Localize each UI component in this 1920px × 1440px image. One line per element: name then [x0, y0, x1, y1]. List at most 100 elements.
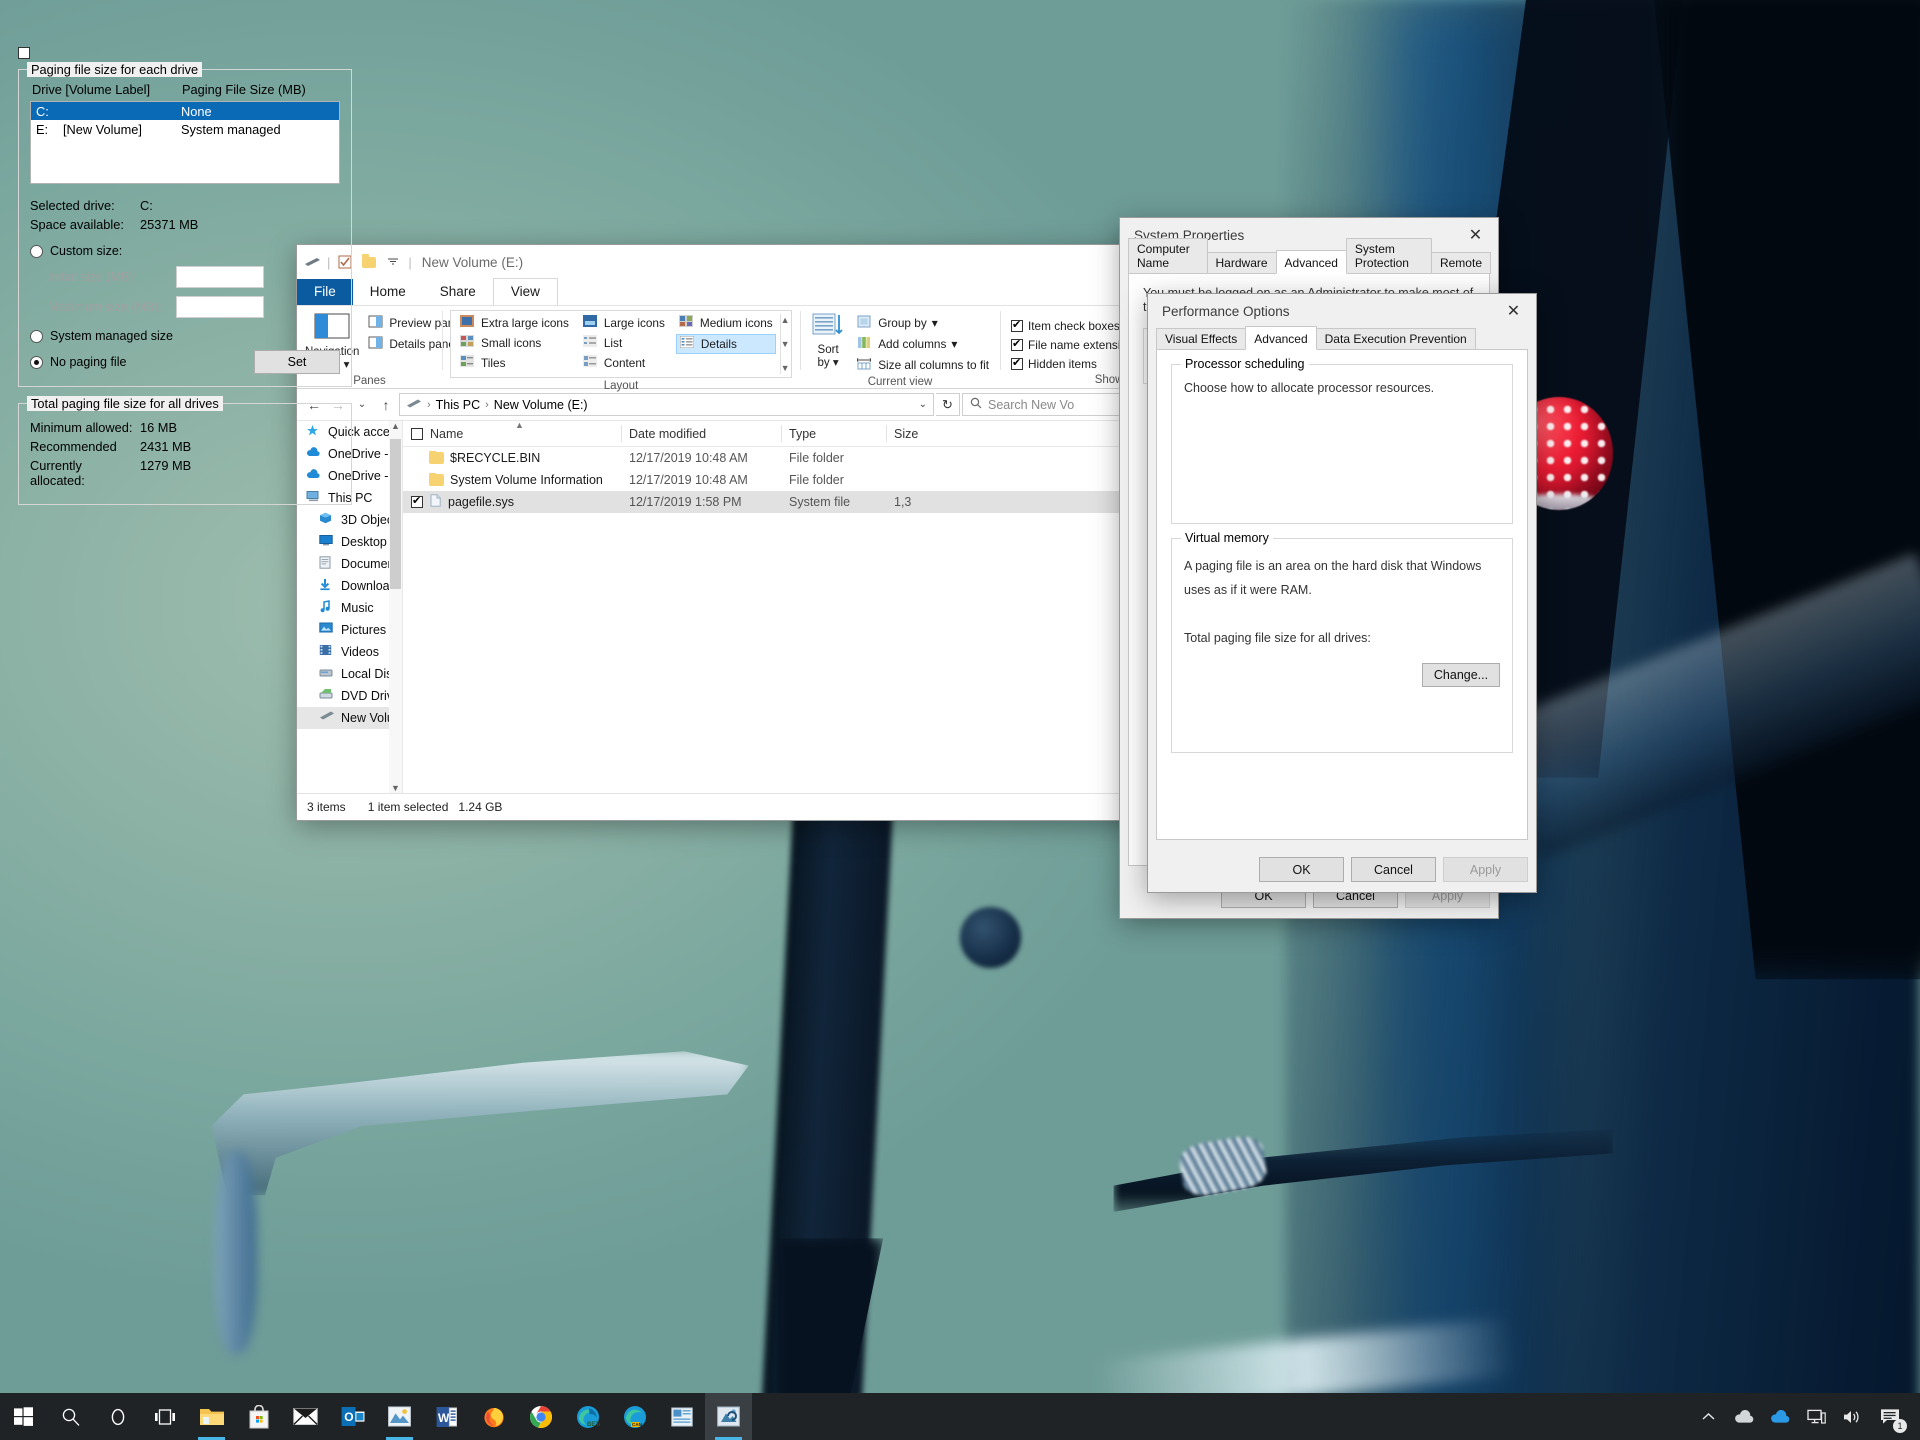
tab-system-protection[interactable]: System Protection: [1346, 238, 1432, 274]
volume-tray[interactable]: [1834, 1393, 1870, 1440]
no-paging-file-radio[interactable]: [30, 356, 43, 369]
file-list[interactable]: Name ▲ Date modified Type Size $RECYCLE.…: [402, 421, 1143, 793]
onedrive-blue-tray[interactable]: [1762, 1393, 1798, 1440]
select-all-checkbox[interactable]: [411, 428, 423, 440]
outlook-taskbar[interactable]: O: [329, 1393, 376, 1440]
layout-large-icons[interactable]: Large icons: [580, 314, 668, 332]
search-button[interactable]: [47, 1393, 94, 1440]
layout-extra-large-icons[interactable]: Extra large icons: [457, 314, 572, 332]
photos-taskbar[interactable]: [376, 1393, 423, 1440]
maximum-size-input[interactable]: [176, 296, 264, 318]
ok-button[interactable]: OK: [1259, 857, 1344, 882]
close-icon[interactable]: ✕: [1491, 294, 1536, 328]
tab-advanced[interactable]: Advanced: [1245, 326, 1316, 350]
column-header-type[interactable]: Type: [781, 421, 886, 446]
set-button[interactable]: Set: [254, 350, 340, 374]
item-check-boxes-checkbox[interactable]: [1011, 320, 1023, 332]
file-name-extensions-checkbox[interactable]: [1011, 339, 1023, 351]
layout-small-icons[interactable]: Small icons: [457, 334, 572, 352]
hidden-items-checkbox[interactable]: [1011, 358, 1023, 370]
no-paging-file-option[interactable]: No paging file: [30, 355, 126, 369]
sidebar-item-pictures[interactable]: Pictures: [297, 619, 402, 641]
drive-list[interactable]: C: None E: [New Volume] System managed: [30, 101, 340, 184]
layout-gallery-scroll[interactable]: ▲ ▼ ▼: [780, 314, 790, 374]
group-by-button[interactable]: Group by ▾: [854, 314, 992, 332]
breadcrumb-chevron-down-icon[interactable]: ⌄: [919, 399, 927, 410]
sort-by-button[interactable]: Sortby ▾: [808, 310, 848, 371]
mail-taskbar[interactable]: [282, 1393, 329, 1440]
layout-content[interactable]: Content: [580, 354, 668, 372]
breadcrumb-new-volume[interactable]: New Volume (E:): [494, 398, 588, 412]
file-explorer-window[interactable]: | | New Volume (E:) File Home Share View: [297, 245, 1143, 820]
search-input[interactable]: Search New Vo: [962, 393, 1137, 416]
layout-medium-icons[interactable]: Medium icons: [676, 314, 776, 332]
sidebar-item-local-disk-c[interactable]: Local Disk (C:): [297, 663, 402, 685]
breadcrumb[interactable]: › This PC › New Volume (E:) ⌄: [399, 393, 934, 416]
chrome-taskbar[interactable]: [517, 1393, 564, 1440]
sidebar-item-documents[interactable]: Documents: [297, 553, 402, 575]
gallery-scroll-up-icon[interactable]: ▲: [781, 315, 790, 325]
recent-locations-icon[interactable]: ⌄: [351, 394, 373, 416]
network-tray[interactable]: [1798, 1393, 1834, 1440]
cancel-button[interactable]: Cancel: [1351, 857, 1436, 882]
change-button[interactable]: Change...: [1422, 663, 1500, 687]
column-header-name[interactable]: Name ▲: [403, 421, 621, 446]
performance-options-window[interactable]: Performance Options ✕ Visual Effects Adv…: [1148, 294, 1536, 892]
tab-hardware[interactable]: Hardware: [1207, 252, 1277, 274]
edge-beta-taskbar[interactable]: BETA: [564, 1393, 611, 1440]
scroll-up-icon[interactable]: ▲: [391, 421, 400, 431]
file-name-cell[interactable]: pagefile.sys: [403, 494, 621, 510]
task-view-button[interactable]: [141, 1393, 188, 1440]
custom-size-radio[interactable]: [30, 245, 43, 258]
microsoft-store-taskbar[interactable]: [235, 1393, 282, 1440]
up-button[interactable]: ↑: [375, 394, 397, 416]
cortana-button[interactable]: [94, 1393, 141, 1440]
action-center[interactable]: 1: [1870, 1393, 1910, 1440]
table-row[interactable]: pagefile.sys 12/17/2019 1:58 PM System f…: [403, 491, 1143, 513]
table-row[interactable]: System Volume Information 12/17/2019 10:…: [403, 469, 1143, 491]
custom-size-option[interactable]: Custom size:: [30, 244, 340, 258]
scroll-down-icon[interactable]: ▼: [391, 783, 400, 793]
file-explorer-taskbar[interactable]: [188, 1393, 235, 1440]
file-name-cell[interactable]: System Volume Information: [403, 473, 621, 487]
list-item[interactable]: E: [New Volume] System managed: [31, 120, 339, 138]
row-checkbox[interactable]: [411, 496, 423, 508]
sidebar-item-3d-objects[interactable]: 3D Objects: [297, 509, 402, 531]
sidebar-item-music[interactable]: Music: [297, 597, 402, 619]
new-folder-icon[interactable]: [360, 253, 378, 271]
layout-details[interactable]: Details: [676, 334, 776, 354]
tab-data-execution-prevention[interactable]: Data Execution Prevention: [1316, 328, 1476, 350]
edge-canary-taskbar[interactable]: CAN: [611, 1393, 658, 1440]
initial-size-input[interactable]: [176, 266, 264, 288]
onedrive-gray-tray[interactable]: [1726, 1393, 1762, 1440]
column-header-size[interactable]: Size: [886, 421, 966, 446]
apply-button[interactable]: Apply: [1443, 857, 1528, 882]
system-managed-size-radio[interactable]: [30, 330, 43, 343]
auto-manage-checkbox[interactable]: [18, 47, 30, 59]
tab-advanced[interactable]: Advanced: [1276, 250, 1347, 274]
table-row[interactable]: $RECYCLE.BIN 12/17/2019 10:48 AM File fo…: [403, 447, 1143, 469]
sidebar-item-downloads[interactable]: Downloads: [297, 575, 402, 597]
virtual-memory-dialog[interactable]: Virtual Memory ✕ Automatically manage pa…: [0, 0, 370, 553]
tab-home[interactable]: Home: [353, 279, 423, 305]
firefox-taskbar[interactable]: [470, 1393, 517, 1440]
navigation-pane-scroll-thumb[interactable]: [390, 439, 401, 589]
sidebar-item-desktop[interactable]: Desktop: [297, 531, 402, 553]
list-item[interactable]: C: None: [31, 102, 339, 120]
column-header-date[interactable]: Date modified: [621, 421, 781, 446]
system-managed-size-option[interactable]: System managed size: [30, 329, 340, 343]
taskbar[interactable]: O W BETA CAN: [0, 1393, 1920, 1440]
layout-tiles[interactable]: Tiles: [457, 354, 572, 372]
system-taskbar[interactable]: [705, 1393, 752, 1440]
tab-visual-effects[interactable]: Visual Effects: [1156, 328, 1246, 350]
gallery-scroll-down-icon[interactable]: ▼: [781, 339, 790, 349]
word-taskbar[interactable]: W: [423, 1393, 470, 1440]
refresh-button[interactable]: ↻: [936, 393, 960, 416]
file-name-cell[interactable]: $RECYCLE.BIN: [403, 451, 621, 465]
start-button[interactable]: [0, 1393, 47, 1440]
layout-list[interactable]: List: [580, 334, 668, 352]
size-all-columns-button[interactable]: Size all columns to fit: [854, 356, 992, 374]
sidebar-item-new-volume-e[interactable]: New Volume (E:): [297, 707, 402, 729]
sidebar-item-videos[interactable]: Videos: [297, 641, 402, 663]
close-icon[interactable]: ✕: [1453, 218, 1498, 252]
